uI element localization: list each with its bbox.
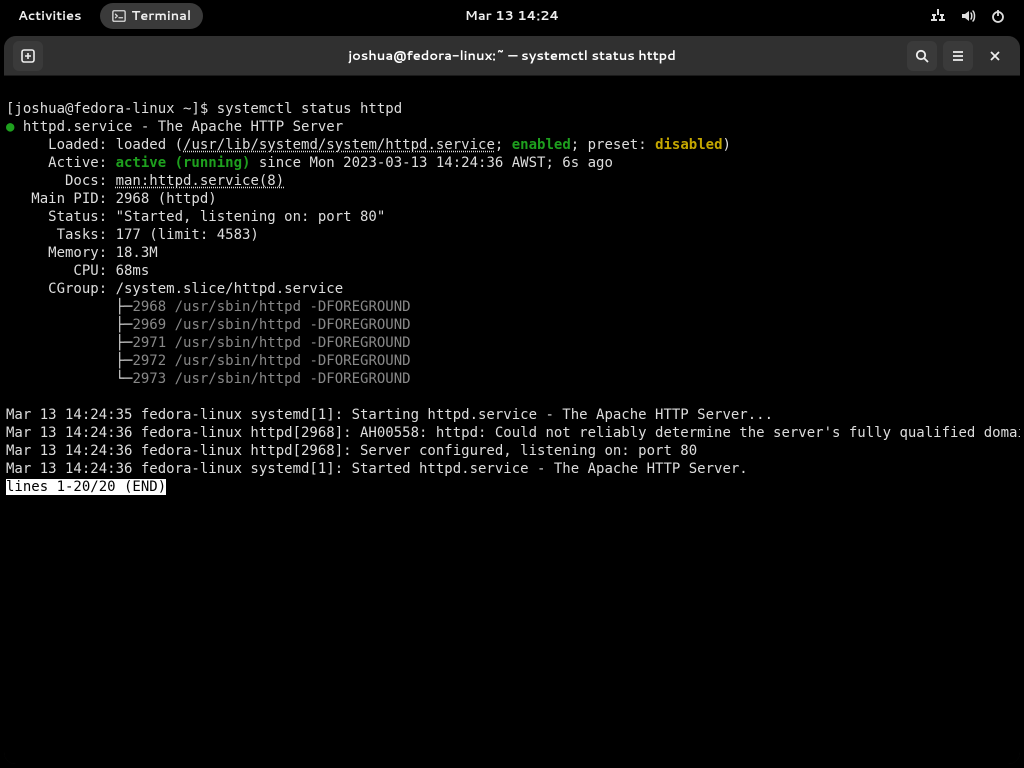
terminal-icon xyxy=(112,9,126,23)
volume-icon xyxy=(960,8,976,24)
preset-state: disabled xyxy=(655,137,722,153)
active-since: since Mon 2023-03-13 14:24:36 AWST; 6s a… xyxy=(250,155,612,171)
unit-file-path: /usr/lib/systemd/system/httpd.service xyxy=(183,137,495,153)
search-button[interactable] xyxy=(907,41,937,71)
gnome-topbar: Activities Terminal Mar 13 14:24 xyxy=(0,0,1024,32)
enabled-state: enabled xyxy=(512,137,571,153)
active-label: Active: xyxy=(6,155,116,171)
active-app-pill[interactable]: Terminal xyxy=(100,3,204,29)
loaded-label: Loaded: loaded ( xyxy=(6,137,183,153)
cgroup-tree: ├─ xyxy=(6,299,132,315)
network-icon xyxy=(930,8,946,24)
active-app-label: Terminal xyxy=(132,7,192,25)
journal-line: Mar 13 14:24:36 fedora-linux httpd[2968]… xyxy=(6,425,1020,441)
system-status-area[interactable] xyxy=(930,8,1016,24)
window-title: joshua@fedora-linux:~ — systemctl status… xyxy=(348,47,676,65)
cgroup-tree: ├─ xyxy=(6,317,132,333)
journal-line: Mar 13 14:24:35 fedora-linux systemd[1]:… xyxy=(6,407,773,423)
journal-line: Mar 13 14:24:36 fedora-linux systemd[1]:… xyxy=(6,461,748,477)
memory-line: Memory: 18.3M xyxy=(6,245,158,261)
cgroup-tree: └─ xyxy=(6,371,132,387)
terminal-output[interactable]: [joshua@fedora-linux ~]$ systemctl statu… xyxy=(4,76,1020,764)
service-name-line: httpd.service - The Apache HTTP Server xyxy=(23,119,343,135)
cgroup-tree: ├─ xyxy=(6,335,132,351)
hamburger-menu-button[interactable] xyxy=(943,41,973,71)
status-dot-icon: ● xyxy=(6,119,14,135)
cgroup-proc: 2969 /usr/sbin/httpd -DFOREGROUND xyxy=(132,317,410,333)
power-icon xyxy=(990,8,1006,24)
docs-label: Docs: xyxy=(6,173,116,189)
new-tab-button[interactable] xyxy=(13,41,43,71)
cgroup-proc: 2968 /usr/sbin/httpd -DFOREGROUND xyxy=(132,299,410,315)
cpu-line: CPU: 68ms xyxy=(6,263,149,279)
close-button[interactable] xyxy=(980,41,1010,71)
titlebar: joshua@fedora-linux:~ — systemctl status… xyxy=(4,36,1020,76)
cgroup-tree: ├─ xyxy=(6,353,132,369)
activities-button[interactable]: Activities xyxy=(8,3,92,29)
cgroup-proc: 2973 /usr/sbin/httpd -DFOREGROUND xyxy=(132,371,410,387)
cgroup-proc: 2972 /usr/sbin/httpd -DFOREGROUND xyxy=(132,353,410,369)
docs-link: man:httpd.service(8) xyxy=(116,173,285,189)
status-line: Status: "Started, listening on: port 80" xyxy=(6,209,385,225)
active-state: active (running) xyxy=(116,155,251,171)
terminal-window: joshua@fedora-linux:~ — systemctl status… xyxy=(4,36,1020,764)
main-pid: Main PID: 2968 (httpd) xyxy=(6,191,217,207)
pager-status: lines 1-20/20 (END) xyxy=(6,479,166,495)
prompt: [joshua@fedora-linux ~]$ xyxy=(6,101,217,117)
journal-line: Mar 13 14:24:36 fedora-linux httpd[2968]… xyxy=(6,443,697,459)
cgroup-line: CGroup: /system.slice/httpd.service xyxy=(6,281,343,297)
clock[interactable]: Mar 13 14:24 xyxy=(465,7,559,25)
command: systemctl status httpd xyxy=(217,101,402,117)
tasks-line: Tasks: 177 (limit: 4583) xyxy=(6,227,259,243)
cgroup-proc: 2971 /usr/sbin/httpd -DFOREGROUND xyxy=(132,335,410,351)
